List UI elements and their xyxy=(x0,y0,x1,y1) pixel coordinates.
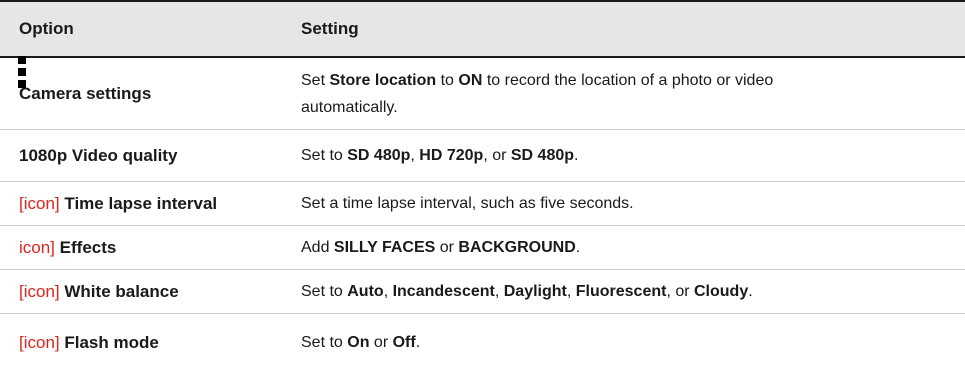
table-row: 1080p Video quality Set to SD 480p, HD 7… xyxy=(0,130,965,182)
option-label: White balance xyxy=(64,282,179,301)
setting-cell: Set to Auto, Incandescent, Daylight, Flu… xyxy=(301,283,753,300)
icon-placeholder: [icon] xyxy=(19,282,60,301)
setting-text-line2: automatically. xyxy=(301,98,398,116)
option-cell: [icon] White balance xyxy=(0,278,301,305)
table-row: [icon] Time lapse interval Set a time la… xyxy=(0,182,965,226)
option-cell: 1080p Video quality xyxy=(0,142,301,169)
option-label: 1080p Video quality xyxy=(19,146,178,165)
icon-placeholder: [icon] xyxy=(19,332,60,352)
camera-option: Camera settings xyxy=(18,56,152,107)
option-cell: [icon] Flash mode xyxy=(0,329,301,356)
header-setting: Setting xyxy=(301,19,359,38)
icon-placeholder: [icon] xyxy=(19,194,60,213)
option-label: Effects xyxy=(59,238,117,257)
setting-text-line1: Set Store location to ON to record the l… xyxy=(301,71,774,89)
icon-placeholder: icon] xyxy=(19,238,55,257)
option-cell: [icon] Time lapse interval xyxy=(0,190,301,217)
option-cell: icon] Effects xyxy=(0,234,301,261)
setting-cell: Set a time lapse interval, such as five … xyxy=(301,195,634,212)
table-row: [icon] Flash mode Set to On or Off. xyxy=(0,314,965,370)
table-row: [icon] White balance Set to Auto, Incand… xyxy=(0,270,965,314)
option-label: Camera settings xyxy=(19,84,152,103)
table-header: Option Setting xyxy=(0,0,965,58)
camera-icon xyxy=(18,56,26,96)
option-label: Flash mode xyxy=(64,332,159,352)
settings-table: Option Setting Camera settings Set Store… xyxy=(0,0,965,370)
setting-cell: Set to SD 480p, HD 720p, or SD 480p. xyxy=(301,147,579,164)
table-row: Camera settings Set Store location to ON… xyxy=(0,56,965,130)
option-cell: Camera settings xyxy=(0,56,301,107)
option-label: Time lapse interval xyxy=(64,194,218,213)
setting-cell: Add SILLY FACES or BACKGROUND. xyxy=(301,239,581,256)
setting-cell: Set to On or Off. xyxy=(301,333,421,351)
setting-cell: Set Store location to ON to record the l… xyxy=(301,67,965,121)
table-row: icon] Effects Add SILLY FACES or BACKGRO… xyxy=(0,226,965,270)
header-option: Option xyxy=(19,19,74,38)
